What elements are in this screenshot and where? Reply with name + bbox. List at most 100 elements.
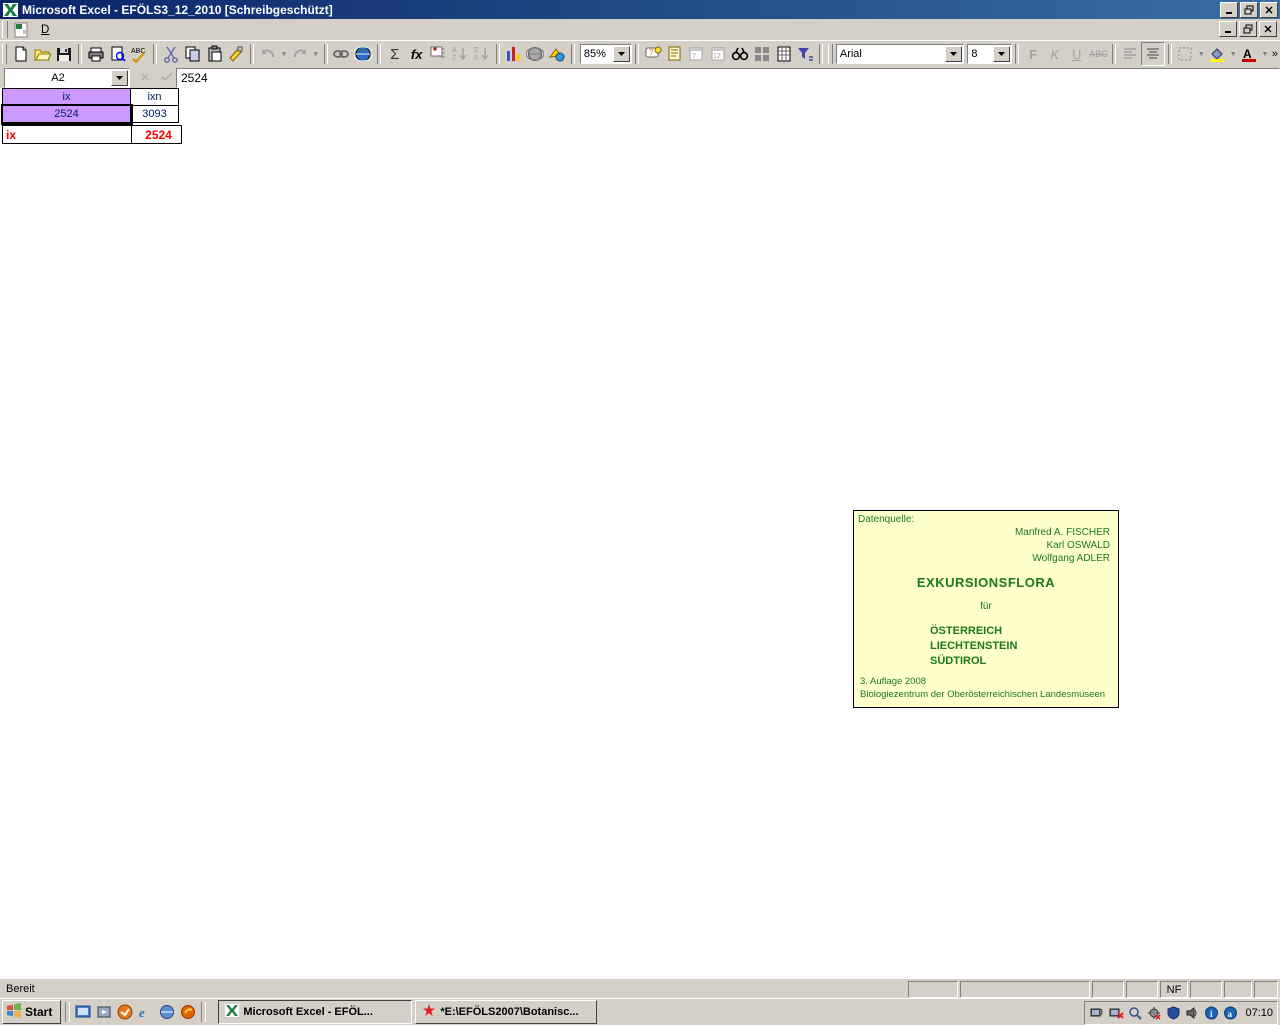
hyperlink-icon[interactable] [331,43,353,65]
menu-item-daten[interactable] [115,28,127,32]
info-icon[interactable]: i [1203,1005,1219,1021]
zoom-dropdown-arrow-icon[interactable] [613,46,631,62]
align-left-icon[interactable] [1119,43,1141,65]
mini-header-ix[interactable]: ix [2,88,131,106]
toolbar-gripper-1[interactable] [2,44,7,64]
workbook-restore-button[interactable] [1239,21,1257,37]
print-preview-icon[interactable] [107,43,129,65]
borders-dropdown-arrow-icon[interactable]: ▼ [1196,43,1206,65]
copy-icon[interactable] [182,43,204,65]
menu-item-bearbeiten[interactable] [55,28,67,32]
drawing-icon[interactable] [546,43,568,65]
menu-gripper[interactable] [2,21,8,38]
date-icon[interactable]: 12 [707,43,729,65]
outlook-icon[interactable] [116,1003,134,1021]
strikethrough-button[interactable]: ABC [1088,43,1110,65]
menu-item-ansicht[interactable] [67,28,79,32]
network-icon[interactable] [1089,1005,1105,1021]
menu-item-fenster[interactable] [127,28,139,32]
update-icon[interactable]: a [1222,1005,1238,1021]
undo-dropdown-arrow-icon[interactable]: ▼ [279,43,289,65]
paste-icon[interactable] [204,43,226,65]
cut-scissors-icon[interactable] [160,43,182,65]
font-name-combo[interactable]: Arial [835,44,965,64]
font-color-dropdown-arrow-icon[interactable]: ▼ [1260,43,1270,65]
zoom-combo[interactable]: 85% [579,44,633,64]
map-icon[interactable] [525,43,547,65]
save-disk-icon[interactable] [53,43,75,65]
worksheet-area[interactable]: ix ixn 2524 3093 ix 2524 Datenquelle: Ma… [0,88,1280,978]
font-color-icon[interactable]: A [1238,43,1260,65]
spellcheck-icon[interactable]: ABC [129,43,151,65]
redo-dropdown-arrow-icon[interactable]: ▼ [311,43,321,65]
table-icon[interactable] [773,43,795,65]
comment-icon[interactable] [664,43,686,65]
font-size-dropdown-arrow-icon[interactable] [993,46,1011,62]
formula-input[interactable]: 2524 [176,68,1280,88]
mini-value-ixn[interactable]: 3093 [130,105,179,123]
align-center-icon[interactable] [1140,42,1165,66]
redo-icon[interactable] [289,43,311,65]
network-icon[interactable] [158,1003,176,1021]
minimize-button[interactable] [1220,2,1238,18]
undo-icon[interactable] [257,43,279,65]
office-assistant-icon[interactable]: ? [642,43,664,65]
menu-item-hilfe[interactable] [139,28,151,32]
ix-row-value[interactable]: 2524 [131,125,182,144]
toolbar-gripper-2[interactable] [828,44,833,64]
shield-icon[interactable] [1165,1005,1181,1021]
mini-header-ixn[interactable]: ixn [130,88,179,106]
font-name-dropdown-arrow-icon[interactable] [945,46,963,62]
mini-value-ix[interactable]: 2524 [0,103,133,125]
volume-icon[interactable] [1184,1005,1200,1021]
calendar-icon[interactable]: 7 [686,43,708,65]
borders-icon[interactable] [1175,43,1197,65]
toolbar-overflow-icon[interactable]: » [1270,43,1280,65]
open-folder-icon[interactable] [32,43,54,65]
close-button[interactable] [1260,2,1278,18]
cancel-edit-icon[interactable] [134,68,156,86]
chart-wizard-icon[interactable] [503,43,525,65]
firefox-icon[interactable] [179,1003,197,1021]
confirm-edit-icon[interactable] [156,68,178,86]
font-size-combo[interactable]: 8 [967,44,1013,64]
print-icon[interactable] [85,43,107,65]
show-desktop-icon[interactable] [74,1003,92,1021]
fill-color-icon[interactable] [1206,43,1228,65]
underline-button[interactable]: U [1066,43,1088,65]
web-toolbar-icon[interactable] [352,43,374,65]
name-box-dropdown-arrow-icon[interactable] [111,70,128,86]
name-box[interactable]: A2 [4,68,130,88]
datenquelle-label: Datenquelle: [858,514,915,525]
internet-explorer-icon[interactable]: e [137,1003,155,1021]
italic-button[interactable]: K [1044,43,1066,65]
taskbar-item-editor[interactable]: *E:\EFÖLS2007\Botanisc... [415,1000,598,1024]
toolbar-separator-11 [1112,44,1117,64]
menu-item-format[interactable] [91,28,103,32]
restore-button[interactable] [1240,2,1258,18]
sort-descending-icon[interactable]: ZA [471,43,493,65]
taskbar-item-excel[interactable]: Microsoft Excel - EFÖL... [218,1000,413,1024]
search-icon[interactable] [1127,1005,1143,1021]
paste-function-icon[interactable]: fx [406,43,428,65]
sort-tool-icon[interactable] [428,43,450,65]
format-painter-icon[interactable] [226,43,248,65]
sort-ascending-icon[interactable]: AZ [449,43,471,65]
filter-icon[interactable] [795,43,817,65]
autosum-icon[interactable]: Σ [384,43,406,65]
menu-item-datei[interactable]: D [35,22,55,38]
find-binoculars-icon[interactable] [729,43,751,65]
menu-item-einfuegen[interactable] [79,28,91,32]
split-window-icon[interactable] [751,43,773,65]
virus-icon[interactable] [1146,1005,1162,1021]
media-player-icon[interactable] [95,1003,113,1021]
workbook-icon[interactable] [11,21,31,39]
workbook-minimize-button[interactable] [1219,21,1237,37]
new-document-icon[interactable] [10,43,32,65]
fill-color-dropdown-arrow-icon[interactable]: ▼ [1228,43,1238,65]
menu-item-extras[interactable] [103,28,115,32]
network-error-icon[interactable] [1108,1005,1124,1021]
start-button[interactable]: Start [2,1000,62,1024]
workbook-close-button[interactable] [1259,21,1277,37]
bold-button[interactable]: F [1022,43,1044,65]
